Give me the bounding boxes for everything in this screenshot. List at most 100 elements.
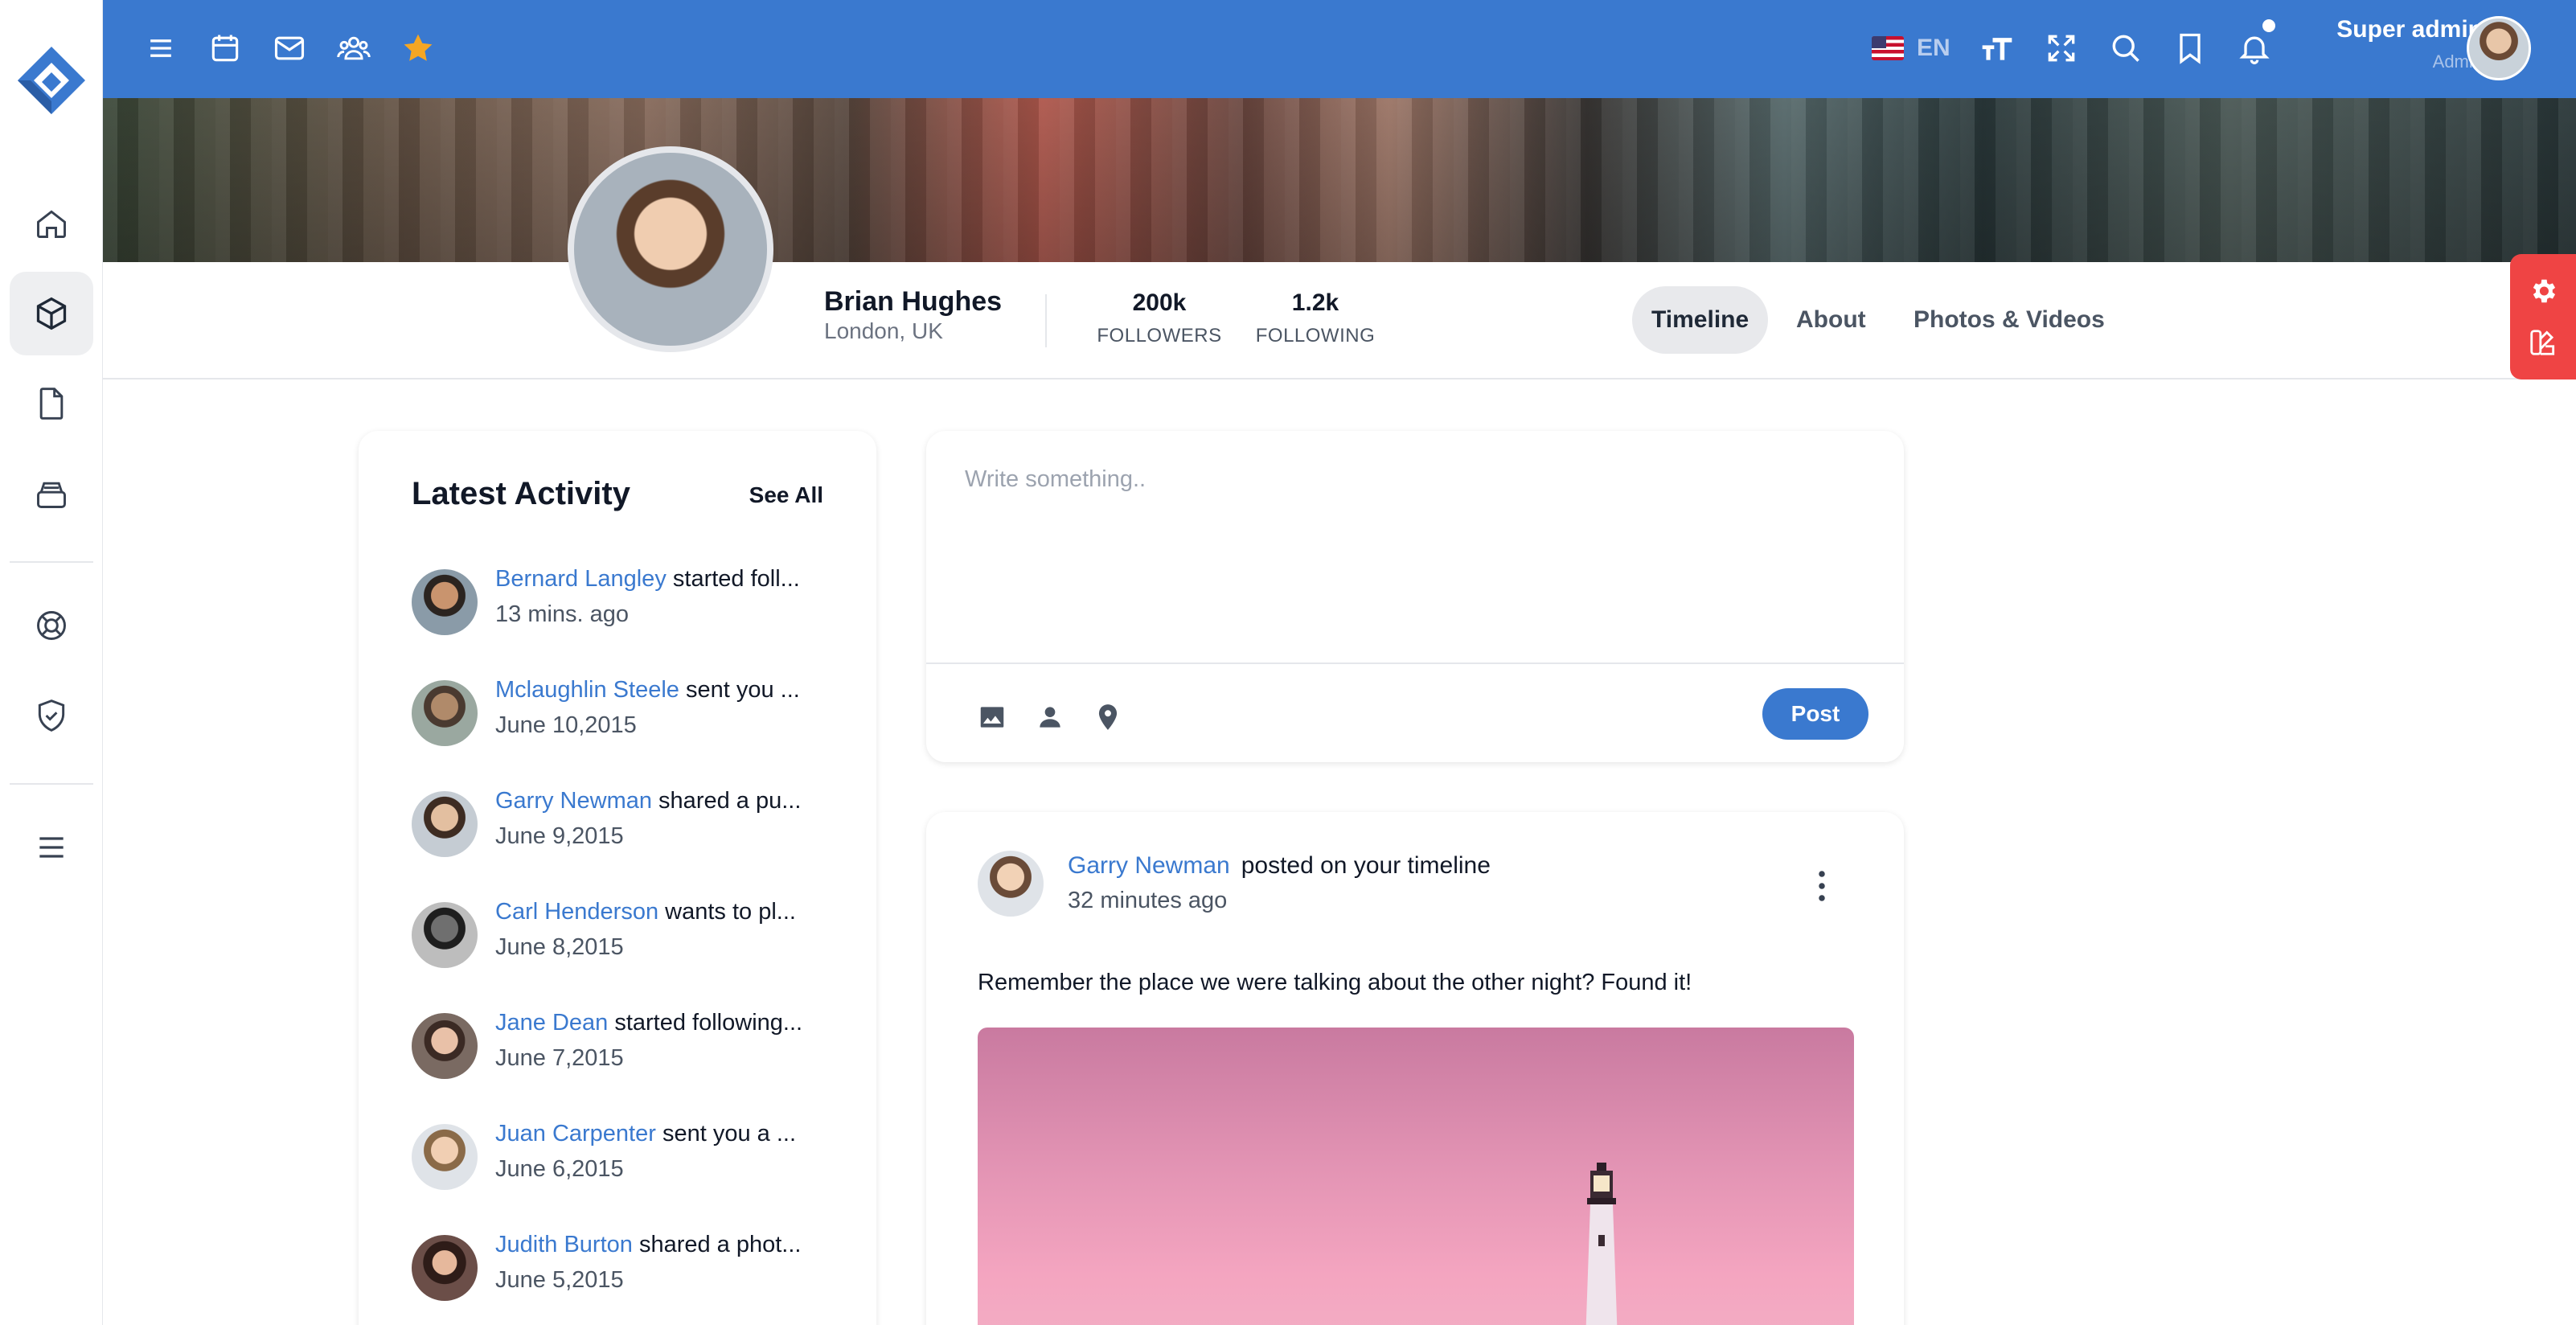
menu-icon	[150, 39, 171, 57]
us-flag-icon	[1872, 36, 1904, 60]
profile-divider	[1045, 294, 1047, 347]
activity-user-link[interactable]: Mclaughlin Steele	[495, 677, 679, 703]
activity-avatar	[412, 1235, 478, 1301]
activity-avatar	[412, 791, 478, 857]
following-count: 1.2k	[1291, 289, 1339, 316]
activity-action: shared a pu...	[652, 788, 802, 814]
tab-timeline[interactable]: Timeline	[1632, 286, 1769, 354]
activity-user-link[interactable]: Judith Burton	[495, 1232, 633, 1257]
rail-support[interactable]	[10, 584, 93, 667]
search-button[interactable]	[2102, 24, 2150, 72]
activity-action: sent you a ...	[655, 1121, 797, 1147]
followers-stat: 200k FOLLOWERS	[1095, 289, 1224, 347]
contacts-button[interactable]	[330, 24, 378, 72]
activity-user-link[interactable]: Juan Carpenter	[495, 1121, 656, 1147]
activity-time: June 6,2015	[495, 1156, 624, 1182]
activity-user-link[interactable]: Garry Newman	[495, 788, 652, 814]
activity-item[interactable]: Jane Dean started following... June 7,20…	[412, 1010, 830, 1082]
activity-user-link[interactable]: Carl Henderson	[495, 899, 658, 925]
activity-avatar	[412, 902, 478, 968]
post-composer: Write something.. Post	[926, 431, 1904, 762]
following-label: FOLLOWING	[1255, 325, 1376, 347]
post-text: Remember the place we were talking about…	[978, 970, 1692, 995]
post-author-avatar[interactable]	[978, 851, 1044, 917]
activity-user-link[interactable]: Bernard Langley	[495, 566, 667, 592]
post-author-link[interactable]: Garry Newman	[1068, 852, 1230, 879]
activity-time: June 7,2015	[495, 1045, 624, 1071]
see-all-link[interactable]: See All	[749, 482, 823, 508]
gear-icon[interactable]	[2528, 276, 2558, 306]
user-name: Super admin	[2336, 16, 2483, 43]
app-logo[interactable]	[16, 45, 87, 119]
bell-icon	[2239, 36, 2270, 64]
lifebuoy-icon	[37, 611, 66, 640]
menu-button[interactable]	[137, 24, 185, 72]
activity-time: June 10,2015	[495, 712, 637, 738]
fullscreen-button[interactable]	[2037, 24, 2086, 72]
user-avatar[interactable]	[2467, 16, 2531, 80]
post-photo[interactable]	[978, 1028, 1854, 1325]
file-icon	[39, 388, 64, 420]
user-role: Admin	[2432, 51, 2483, 72]
rail-apps[interactable]	[10, 272, 93, 355]
users-icon	[337, 36, 371, 60]
person-icon	[1040, 707, 1060, 728]
cube-icon	[36, 297, 67, 330]
activity-item[interactable]: Carl Henderson wants to pl... June 8,201…	[412, 899, 830, 971]
composer-divider	[926, 662, 1904, 664]
activity-item[interactable]: Bernard Langley started foll... 13 mins.…	[412, 566, 830, 638]
theme-swatch-icon[interactable]	[2528, 327, 2558, 358]
activity-user-link[interactable]: Jane Dean	[495, 1010, 608, 1036]
location-icon	[1098, 704, 1118, 730]
composer-input[interactable]: Write something..	[965, 466, 1146, 493]
profile-name: Brian Hughes	[824, 286, 1003, 317]
activity-item[interactable]: Mclaughlin Steele sent you ... June 10,2…	[412, 677, 830, 749]
image-icon	[980, 707, 1004, 728]
archive-icon	[37, 482, 66, 508]
latest-activity-card: Latest Activity See All Bernard Langley …	[359, 431, 876, 1325]
calendar-button[interactable]	[201, 24, 249, 72]
mail-button[interactable]	[265, 24, 314, 72]
language-switcher[interactable]: EN	[1872, 29, 1950, 68]
search-icon	[2112, 35, 2139, 62]
activity-action: started foll...	[666, 566, 800, 592]
timeline-post: Garry Newman posted on your timeline 32 m…	[926, 812, 1904, 1325]
post-options-button[interactable]	[1806, 864, 1838, 909]
text-size-button[interactable]	[1973, 24, 2021, 72]
left-rail	[0, 0, 103, 1325]
tag-person-button[interactable]	[1029, 696, 1071, 738]
more-vertical-icon	[1819, 871, 1825, 901]
rail-security[interactable]	[10, 674, 93, 757]
settings-side-tab	[2510, 254, 2576, 379]
activity-item[interactable]: Juan Carpenter sent you a ... June 6,201…	[412, 1121, 830, 1193]
shield-check-icon	[38, 699, 65, 732]
profile-location: London, UK	[824, 318, 943, 343]
tab-about[interactable]: About	[1777, 286, 1885, 354]
fullscreen-icon	[2048, 35, 2075, 62]
rail-home[interactable]	[10, 182, 93, 265]
language-label: EN	[1917, 35, 1950, 61]
bookmark-icon	[2180, 33, 2201, 64]
cover-image	[103, 98, 2576, 262]
bookmarks-button[interactable]	[2166, 24, 2214, 72]
followers-label: FOLLOWERS	[1097, 325, 1222, 347]
rail-archive[interactable]	[10, 452, 93, 535]
activity-time: June 5,2015	[495, 1267, 624, 1293]
favorites-button[interactable]	[394, 24, 442, 72]
activity-time: June 9,2015	[495, 823, 624, 849]
activity-avatar	[412, 1124, 478, 1190]
rail-menu[interactable]	[10, 806, 93, 889]
rail-pages[interactable]	[10, 362, 93, 445]
activity-action: shared a phot...	[632, 1232, 802, 1257]
tab-photos-videos[interactable]: Photos & Videos	[1894, 286, 2124, 354]
add-photo-button[interactable]	[971, 696, 1013, 738]
post-button[interactable]: Post	[1762, 688, 1868, 740]
activity-avatar	[412, 680, 478, 746]
user-menu[interactable]: Super admin Admin	[2274, 16, 2483, 72]
activity-item[interactable]: Judith Burton shared a phot... June 5,20…	[412, 1232, 830, 1304]
add-location-button[interactable]	[1087, 696, 1129, 738]
home-icon	[37, 210, 66, 238]
following-stat: 1.2k FOLLOWING	[1253, 289, 1378, 347]
activity-item[interactable]: Garry Newman shared a pu... June 9,2015	[412, 788, 830, 860]
profile-avatar	[568, 146, 773, 352]
